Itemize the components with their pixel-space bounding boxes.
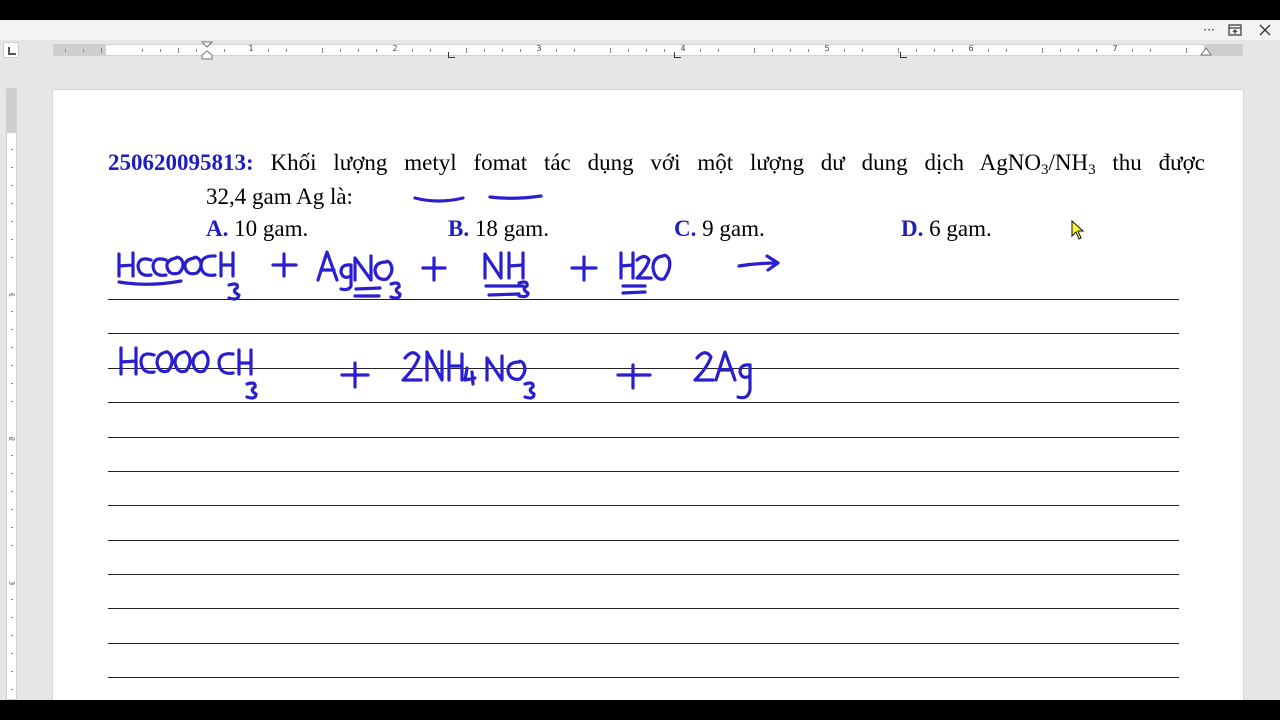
word-window: ··· 1 2 3 4 5 6 7 1 2 3 250620095813: Kh…: [0, 20, 1280, 700]
handwriting-ink: [117, 194, 780, 400]
vertical-ruler-number: 3: [7, 580, 16, 586]
ink-underline: [484, 284, 525, 297]
tab-marker[interactable]: [448, 52, 455, 58]
ruler-number: 2: [392, 44, 398, 53]
ink-underline: [117, 279, 183, 286]
ribbon-display-icon[interactable]: [1222, 20, 1248, 40]
ink-plus: [421, 256, 447, 282]
tab-marker[interactable]: [900, 52, 907, 58]
mouse-cursor-icon: [1071, 220, 1085, 240]
ink-formula-hcooch3: [119, 346, 258, 400]
document-page[interactable]: 250620095813: Khối lượng metyl fomat tác…: [53, 90, 1243, 700]
ruler-number: 4: [680, 44, 686, 53]
ink-arrow: [737, 254, 780, 272]
ink-underline: [621, 284, 647, 295]
ink-plus: [616, 363, 652, 390]
ruler-number: 3: [536, 44, 542, 53]
indent-marker-icon[interactable]: [201, 41, 213, 61]
vertical-ruler-number: 1: [7, 292, 16, 298]
ruler-number: 7: [1112, 44, 1118, 53]
ink-plus: [340, 361, 370, 389]
ink-formula-nh3: [483, 251, 530, 299]
ink-formula-2nh4no3: [401, 349, 536, 400]
ink-formula-h2o: [619, 251, 672, 281]
bottom-letterbox: [0, 700, 1280, 720]
horizontal-ruler[interactable]: 1 2 3 4 5 6 7: [53, 41, 1243, 60]
ink-formula-hcooch3: [117, 251, 241, 301]
ruler-number: 1: [248, 44, 254, 53]
tab-marker[interactable]: [674, 52, 681, 58]
close-icon[interactable]: [1252, 20, 1278, 40]
ruler-number: 6: [968, 44, 974, 53]
ink-plus: [570, 255, 598, 282]
ink-underline: [353, 286, 382, 298]
ink-formula-2ag: [693, 350, 752, 400]
ink-underline: [488, 194, 543, 200]
title-bar: ···: [0, 20, 1280, 40]
ink-underline: [413, 196, 465, 203]
vertical-ruler-number: 2: [7, 436, 16, 442]
more-icon[interactable]: ···: [1196, 20, 1222, 40]
ruler-number: 5: [824, 44, 830, 53]
tab-selector-icon[interactable]: [3, 42, 19, 58]
vertical-ruler[interactable]: 1 2 3: [6, 88, 17, 700]
ink-plus: [271, 252, 298, 278]
ink-formula-agno3: [316, 250, 402, 300]
right-indent-icon[interactable]: [1200, 47, 1212, 57]
